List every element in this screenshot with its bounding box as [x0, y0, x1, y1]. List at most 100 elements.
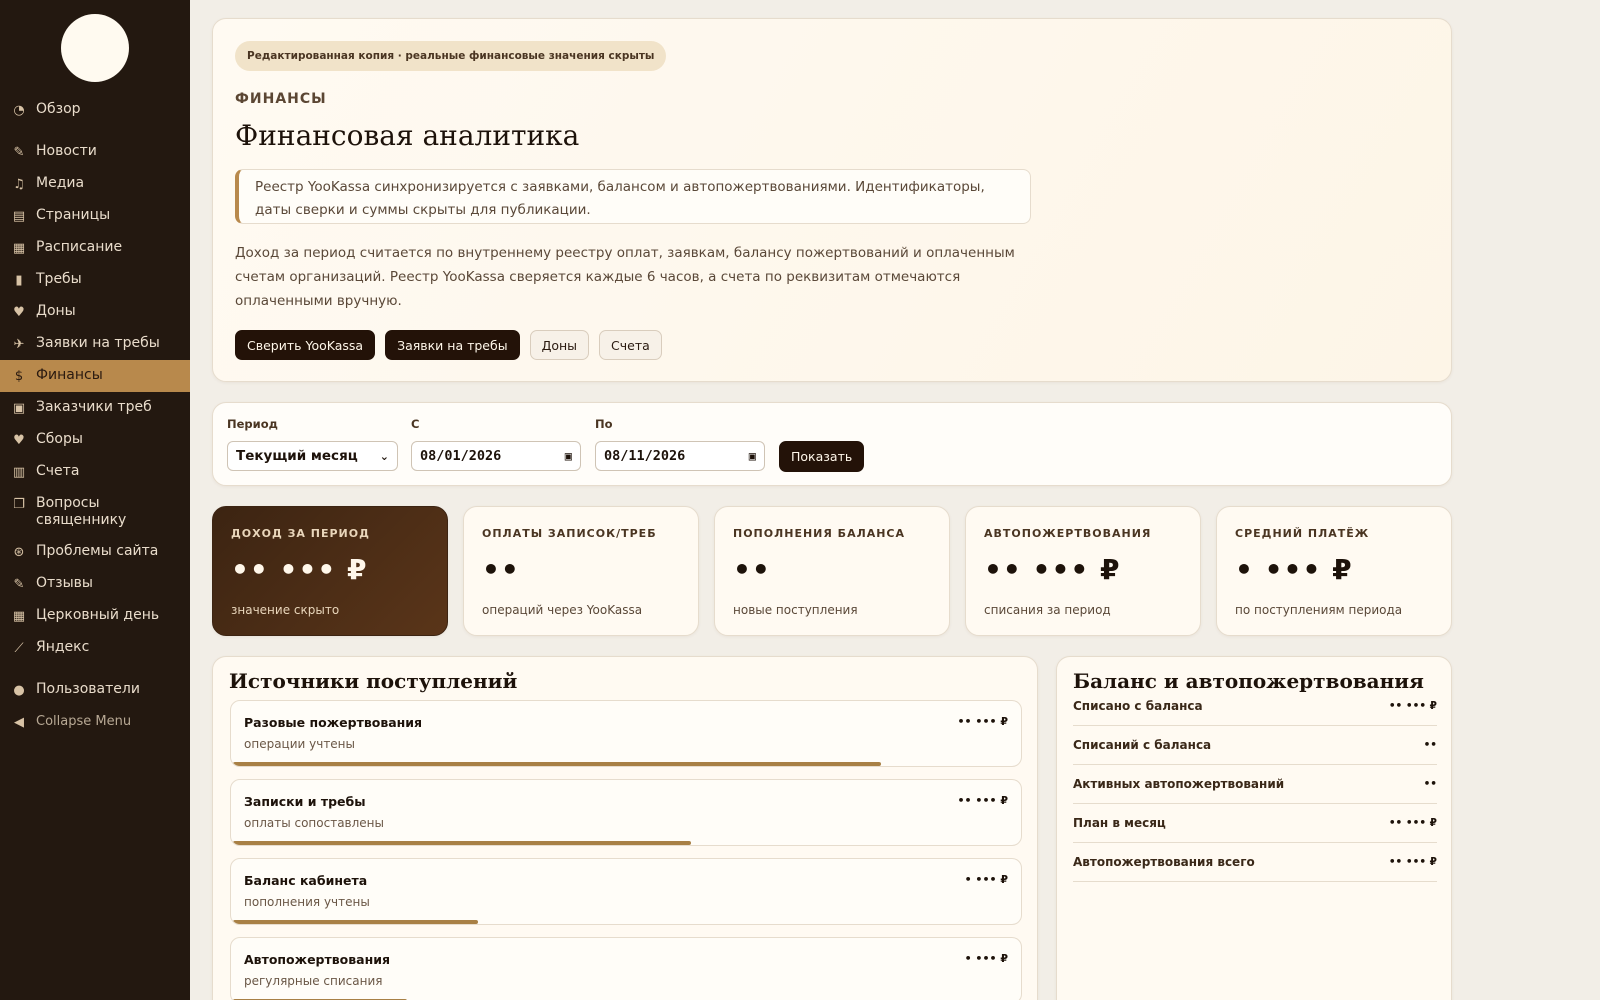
- kpi-value: •• ••• ₽: [231, 553, 368, 586]
- date-to-group: По 08/11/2026 ▣: [595, 417, 765, 471]
- sidebar-item-questions[interactable]: ❐ Вопросы священнику: [0, 488, 190, 536]
- kpi-sub: по поступлениям периода: [1235, 603, 1403, 617]
- kpi-label: ОПЛАТЫ ЗАПИСОК/ТРЕБ: [482, 527, 657, 540]
- source-value: • ••• ₽: [964, 952, 1008, 965]
- date-from-input[interactable]: 08/01/2026 ▣: [411, 441, 581, 471]
- kpi-label: АВТОПОЖЕРТВОВАНИЯ: [984, 527, 1152, 540]
- balance-row-value: ••: [1423, 739, 1437, 751]
- source-desc: пополнения учтены: [244, 895, 370, 909]
- sidebar-item-schedule[interactable]: ▦ Расписание: [0, 232, 190, 264]
- period-select[interactable]: Текущий месяц ⌄: [227, 441, 398, 471]
- chevron-down-icon: ⌄: [379, 449, 389, 463]
- page-title: Финансовая аналитика: [235, 119, 580, 152]
- list-item[interactable]: Разовые пожертвования операции учтены ••…: [230, 700, 1022, 767]
- sidebar-item-dons[interactable]: ♥ Доны: [0, 296, 190, 328]
- kpi-sub: значение скрыто: [231, 603, 340, 617]
- balance-row-value: ••: [1423, 778, 1437, 790]
- sidebar-item-overview[interactable]: ◔ Обзор: [0, 94, 190, 126]
- sidebar-item-label: Яндекс: [36, 639, 90, 655]
- dashboard-icon: ◔: [13, 102, 25, 118]
- income-sources-panel: Источники поступлений Разовые пожертвова…: [212, 656, 1038, 1000]
- balance-row-label: Автопожертвования всего: [1073, 855, 1255, 869]
- calendar-icon[interactable]: ▣: [749, 449, 756, 463]
- sidebar-item-label: Проблемы сайта: [36, 543, 159, 559]
- date-to-input[interactable]: 08/11/2026 ▣: [595, 441, 765, 471]
- kpi-label: ДОХОД ЗА ПЕРИОД: [231, 527, 370, 540]
- sidebar-item-users[interactable]: ● Пользователи: [0, 674, 190, 706]
- source-share-bar: [233, 920, 478, 924]
- source-name: Автопожертвования: [244, 952, 391, 967]
- sidebar-item-label: Collapse Menu: [36, 714, 132, 729]
- sidebar-item-label: Обзор: [36, 101, 81, 117]
- sidebar-item-label: Отзывы: [36, 575, 93, 591]
- balance-row-label: Списаний с баланса: [1073, 738, 1212, 752]
- sidebar-item-label: Вопросы священнику: [36, 495, 127, 528]
- calendar-icon[interactable]: ▣: [565, 449, 572, 463]
- avatar[interactable]: [61, 14, 129, 82]
- kpi-label: ПОПОЛНЕНИЯ БАЛАНСА: [733, 527, 906, 540]
- sidebar-item-label: Требы: [36, 271, 82, 287]
- send-icon: ✈: [13, 336, 25, 352]
- date-from-label: С: [411, 417, 420, 431]
- balance-row-value: •• ••• ₽: [1388, 817, 1437, 829]
- kpi-balance-topups: ПОПОЛНЕНИЯ БАЛАНСА •• новые поступления: [714, 506, 950, 636]
- period-filter-bar: Период Текущий месяц ⌄ С 08/01/2026 ▣ По…: [212, 402, 1452, 486]
- sidebar-nav: ◔ Обзор ✎ Новости ♫ Медиа ▤ Страницы ▦ Р…: [0, 94, 190, 738]
- heart-icon: ♥: [13, 432, 25, 448]
- period-label: Период: [227, 417, 278, 431]
- date-to-label: По: [595, 417, 613, 431]
- sidebar-item-collections[interactable]: ♥ Сборы: [0, 424, 190, 456]
- sidebar-item-media[interactable]: ♫ Медиа: [0, 168, 190, 200]
- period-group: Период Текущий месяц ⌄: [227, 417, 398, 471]
- sidebar-item-pages[interactable]: ▤ Страницы: [0, 200, 190, 232]
- sidebar-item-church-day[interactable]: ▦ Церковный день: [0, 600, 190, 632]
- sidebar-item-label: Церковный день: [36, 607, 160, 623]
- sidebar-item-yandex[interactable]: ⟋ Яндекс: [0, 632, 190, 664]
- calendar-icon: ▦: [12, 608, 26, 624]
- table-row: Списаний с баланса ••: [1073, 726, 1437, 765]
- sidebar-item-finance[interactable]: $ Финансы: [0, 360, 190, 392]
- source-name: Разовые пожертвования: [244, 715, 423, 730]
- dons-button[interactable]: Доны: [529, 330, 590, 360]
- pin-icon: ✎: [13, 144, 25, 160]
- kpi-auto-donations: АВТОПОЖЕРТВОВАНИЯ •• ••• ₽ списания за п…: [965, 506, 1201, 636]
- sidebar-item-reviews[interactable]: ✎ Отзывы: [0, 568, 190, 600]
- sidebar-item-label: Заявки на требы: [36, 335, 160, 351]
- dollar-icon: $: [14, 368, 24, 384]
- date-from-group: С 08/01/2026 ▣: [411, 417, 581, 471]
- sidebar-item-label: Расписание: [36, 239, 123, 255]
- reconcile-yookassa-button[interactable]: Сверить YooKassa: [235, 330, 376, 360]
- source-desc: оплаты сопоставлены: [244, 816, 385, 830]
- collapse-menu-button[interactable]: ◀ Collapse Menu: [0, 706, 190, 738]
- list-item[interactable]: Автопожертвования регулярные списания • …: [230, 937, 1022, 1000]
- balance-row-label: Активных автопожертвований: [1073, 777, 1285, 791]
- heart-icon: ♥: [13, 304, 25, 320]
- kpi-value: • ••• ₽: [1235, 553, 1353, 586]
- invoices-button[interactable]: Счета: [599, 330, 662, 360]
- sidebar-item-site-issues[interactable]: ⊛ Проблемы сайта: [0, 536, 190, 568]
- show-button[interactable]: Показать: [779, 441, 865, 472]
- list-item[interactable]: Записки и требы оплаты сопоставлены •• •…: [230, 779, 1022, 846]
- balance-row-label: Списано с баланса: [1073, 699, 1203, 713]
- sidebar-item-customers[interactable]: ▣ Заказчики треб: [0, 392, 190, 424]
- sidebar: ◔ Обзор ✎ Новости ♫ Медиа ▤ Страницы ▦ Р…: [0, 0, 190, 1000]
- sidebar-item-label: Пользователи: [36, 681, 140, 697]
- kpi-notes-payments: ОПЛАТЫ ЗАПИСОК/ТРЕБ •• операций через Yo…: [463, 506, 699, 636]
- balance-row-label: План в месяц: [1073, 816, 1166, 830]
- source-share-bar: [233, 841, 692, 845]
- page-description: Доход за период считается по внутреннему…: [235, 245, 1015, 309]
- sidebar-item-treby-requests[interactable]: ✈ Заявки на требы: [0, 328, 190, 360]
- sidebar-item-treby[interactable]: ▮ Требы: [0, 264, 190, 296]
- sidebar-item-invoices[interactable]: ▥ Счета: [0, 456, 190, 488]
- source-share-bar: [233, 762, 881, 766]
- kpi-label: СРЕДНИЙ ПЛАТЁЖ: [1235, 527, 1370, 540]
- source-desc: операции учтены: [244, 737, 356, 751]
- sidebar-item-label: Сборы: [36, 431, 83, 447]
- id-card-icon: ▣: [12, 400, 26, 416]
- lifebuoy-icon: ⊛: [13, 544, 25, 560]
- treby-requests-button[interactable]: Заявки на требы: [385, 330, 520, 360]
- sync-note: Реестр YooKassa синхронизируется с заявк…: [235, 169, 1031, 224]
- list-item[interactable]: Баланс кабинета пополнения учтены • ••• …: [230, 858, 1022, 925]
- sidebar-item-news[interactable]: ✎ Новости: [0, 136, 190, 168]
- source-value: •• ••• ₽: [957, 715, 1008, 728]
